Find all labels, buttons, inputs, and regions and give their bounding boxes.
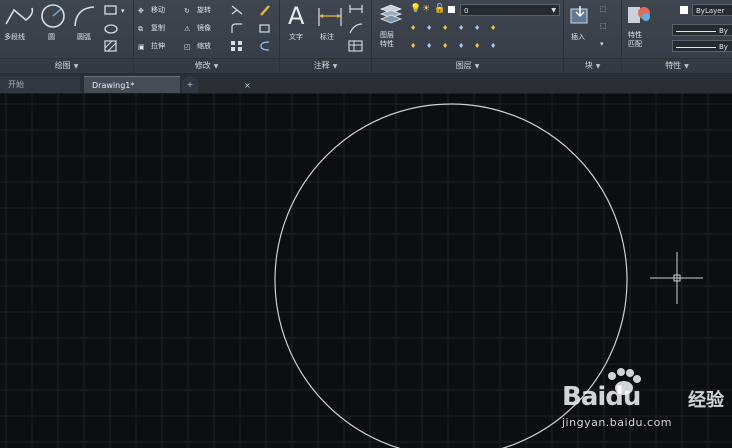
- close-icon[interactable]: ×: [244, 77, 251, 94]
- insert-button-label[interactable]: 插入: [571, 33, 585, 42]
- match-properties-icon[interactable]: [626, 3, 652, 27]
- tab-start[interactable]: 开始: [0, 76, 80, 93]
- tab-drawing1[interactable]: Drawing1* ×: [84, 76, 251, 93]
- properties-panel: 特性 匹配 ByLayer By By 特性 ▼: [622, 0, 732, 73]
- watermark-brand: Baidu: [562, 382, 641, 412]
- baidu-jingyan-watermark: Baidu 经验 jingyan.baidu.com: [560, 368, 732, 438]
- block-tool-icon[interactable]: ▾: [600, 40, 604, 49]
- insert-block-icon[interactable]: [568, 4, 592, 28]
- erase-icon[interactable]: [258, 4, 272, 16]
- layer-tool-icon[interactable]: ♦: [442, 24, 448, 33]
- block-panel-title[interactable]: 块 ▼: [564, 58, 621, 72]
- arc-icon[interactable]: [72, 4, 98, 28]
- layer-tool-icon[interactable]: ♦: [490, 24, 496, 33]
- rotate-button[interactable]: ↻ 旋转: [184, 4, 211, 17]
- draw-more-icon[interactable]: ▾: [121, 7, 125, 16]
- layers-panel-expand-icon[interactable]: ▼: [475, 63, 480, 70]
- layer-tool-icon[interactable]: ♦: [442, 42, 448, 51]
- color-swatch: [680, 6, 688, 14]
- layer-tool-icon[interactable]: ♦: [458, 24, 464, 33]
- layer-tool-icon[interactable]: ♦: [458, 42, 464, 51]
- properties-panel-expand-icon[interactable]: ▼: [684, 63, 689, 70]
- watermark-url: jingyan.baidu.com: [562, 416, 673, 429]
- annotation-panel-expand-icon[interactable]: ▼: [333, 63, 338, 70]
- dimension-button-label[interactable]: 标注: [320, 33, 334, 42]
- layer-lock-icon: 🔓: [434, 4, 446, 14]
- line-sample: [676, 46, 716, 48]
- match-properties-label[interactable]: 特性 匹配: [628, 31, 642, 49]
- block-panel: 插入 ⬚ ⬚ ▾ 块 ▼: [564, 0, 622, 73]
- block-tool-icon[interactable]: ⬚: [600, 22, 607, 31]
- watermark-jingyan: 经验: [688, 390, 724, 411]
- line-sample: [676, 30, 716, 32]
- copy-icon: ⧉: [138, 25, 143, 33]
- layer-properties-label[interactable]: 图层 特性: [380, 31, 394, 49]
- modify-panel-expand-icon[interactable]: ▼: [214, 63, 219, 70]
- linear-dim-icon[interactable]: [348, 3, 364, 15]
- block-panel-expand-icon[interactable]: ▼: [596, 63, 601, 70]
- leader-icon[interactable]: [348, 22, 364, 34]
- array-icon[interactable]: [230, 40, 244, 52]
- annotation-panel: A 文字 标注 注释 ▼: [280, 0, 372, 73]
- text-icon[interactable]: A: [288, 2, 304, 30]
- layer-color-swatch: [448, 6, 455, 13]
- scale-button[interactable]: ◰ 缩放: [184, 40, 211, 53]
- layer-on-icon: 💡: [410, 4, 422, 14]
- move-button[interactable]: ✥ 移动: [138, 4, 165, 17]
- ribbon: 多段线 圆 圆弧 ▾ 绘图 ▼ ✥ 移动 ↻ 旋转 ⧉ 复制 ⚠ 镜像 ▣ 拉伸 ◰ 缩放 修…: [0, 0, 732, 74]
- draw-panel: 多段线 圆 圆弧 ▾ 绘图 ▼: [0, 0, 134, 73]
- fillet-icon[interactable]: [230, 22, 244, 34]
- modify-panel: ✥ 移动 ↻ 旋转 ⧉ 复制 ⚠ 镜像 ▣ 拉伸 ◰ 缩放 修改 ▼: [134, 0, 280, 73]
- chevron-down-icon: ▼: [551, 7, 556, 14]
- layer-tool-icon[interactable]: ♦: [474, 42, 480, 51]
- layer-thaw-icon: ☀: [422, 4, 431, 14]
- color-dropdown[interactable]: ByLayer: [692, 4, 732, 16]
- file-tab-bar: 开始 Drawing1* × +: [0, 74, 732, 94]
- tab-drawing1-label: Drawing1*: [92, 81, 135, 90]
- arc-button-label[interactable]: 圆弧: [77, 33, 91, 42]
- draw-panel-title[interactable]: 绘图 ▼: [0, 58, 133, 72]
- explode-icon[interactable]: [258, 22, 272, 34]
- layers-panel-title[interactable]: 图层 ▼: [372, 58, 563, 72]
- layer-tool-icon[interactable]: ♦: [410, 24, 416, 33]
- ellipse-icon[interactable]: [104, 23, 118, 35]
- dimension-icon[interactable]: [316, 4, 344, 30]
- copy-button[interactable]: ⧉ 复制: [138, 22, 165, 35]
- layer-tool-icon[interactable]: ♦: [474, 24, 480, 33]
- layer-tools-row-1: ♦ ♦ ♦ ♦ ♦ ♦: [408, 22, 558, 36]
- current-layer-dropdown[interactable]: 0 ▼: [460, 4, 560, 16]
- polyline-button-label[interactable]: 多段线: [4, 33, 25, 42]
- scale-icon: ◰: [184, 43, 191, 51]
- new-tab-button[interactable]: +: [182, 76, 198, 93]
- rectangle-icon[interactable]: [104, 4, 118, 16]
- circle-icon[interactable]: [40, 3, 66, 29]
- layer-tool-icon[interactable]: ♦: [490, 42, 496, 51]
- trim-icon[interactable]: [230, 4, 244, 16]
- rotate-icon: ↻: [184, 7, 190, 15]
- circle-button-label[interactable]: 圆: [48, 33, 55, 42]
- annotation-panel-title[interactable]: 注释 ▼: [280, 58, 371, 72]
- polyline-icon[interactable]: [4, 4, 36, 28]
- layer-tools-row-2: ♦ ♦ ♦ ♦ ♦ ♦: [408, 40, 558, 54]
- draw-panel-expand-icon[interactable]: ▼: [74, 63, 79, 70]
- layer-properties-icon[interactable]: [378, 3, 404, 25]
- mirror-button[interactable]: ⚠ 镜像: [184, 22, 211, 35]
- hatch-icon[interactable]: [104, 40, 118, 52]
- properties-panel-title[interactable]: 特性 ▼: [622, 58, 732, 72]
- mirror-icon: ⚠: [184, 25, 191, 33]
- lineweight-dropdown[interactable]: By: [672, 40, 732, 52]
- text-button-label[interactable]: 文字: [289, 33, 303, 42]
- table-icon[interactable]: [348, 40, 364, 52]
- layers-panel: 图层 特性 💡 ☀ 🔓 0 ▼ ♦ ♦ ♦ ♦ ♦ ♦ ♦ ♦ ♦ ♦ ♦ ♦ 图…: [372, 0, 564, 73]
- linetype-dropdown[interactable]: By: [672, 24, 732, 36]
- offset-icon[interactable]: [258, 40, 272, 52]
- block-tool-icon[interactable]: ⬚: [600, 5, 607, 14]
- layer-tool-icon[interactable]: ♦: [426, 42, 432, 51]
- modify-panel-title[interactable]: 修改 ▼: [134, 58, 279, 72]
- layer-tool-icon[interactable]: ♦: [426, 24, 432, 33]
- stretch-icon: ▣: [138, 43, 145, 51]
- layer-tool-icon[interactable]: ♦: [410, 42, 416, 51]
- stretch-button[interactable]: ▣ 拉伸: [138, 40, 165, 53]
- move-icon: ✥: [138, 7, 144, 15]
